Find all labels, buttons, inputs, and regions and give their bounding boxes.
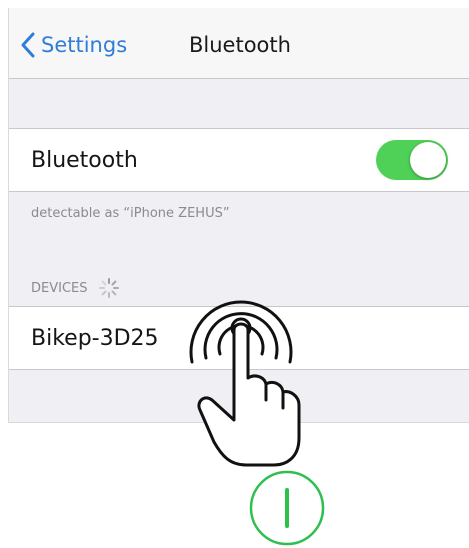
chevron-left-icon — [21, 32, 35, 58]
bluetooth-row: Bluetooth — [9, 128, 469, 192]
devices-header-label: DEVICES — [31, 280, 88, 296]
back-label: Settings — [41, 33, 128, 57]
spinner-icon — [98, 278, 119, 298]
navigation-bar: Settings Bluetooth — [9, 8, 469, 79]
bluetooth-toggle[interactable] — [376, 140, 448, 180]
back-button[interactable]: Settings — [21, 30, 127, 60]
page-title: Bluetooth — [189, 33, 291, 57]
detectable-note: detectable as “iPhone ZEHUS” — [31, 206, 230, 221]
device-name: Bikep-3D25 — [31, 325, 159, 351]
tap-hand-icon — [189, 300, 301, 467]
toggle-knob — [410, 142, 446, 178]
devices-section-header: DEVICES — [31, 277, 120, 299]
power-button-icon[interactable] — [242, 470, 332, 548]
bluetooth-label: Bluetooth — [31, 147, 138, 173]
